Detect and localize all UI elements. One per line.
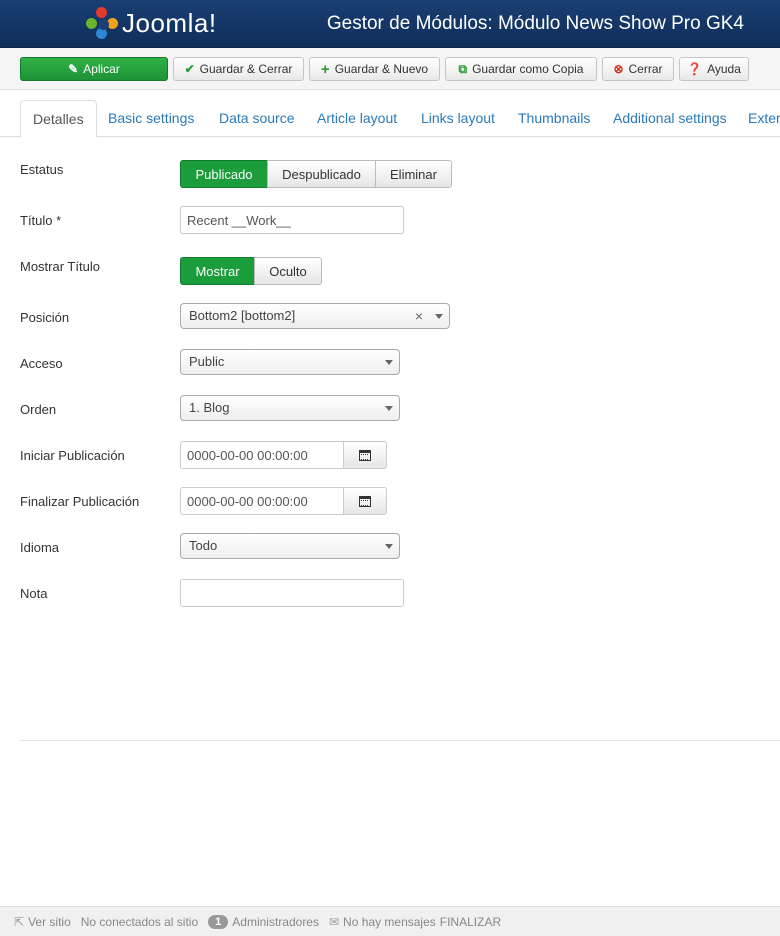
- chevron-down-icon: [385, 544, 393, 549]
- messages-link[interactable]: ✉ No hay mensajes FINALIZAR: [329, 915, 501, 929]
- access-label: Acceso: [20, 356, 63, 371]
- divider: [20, 740, 780, 741]
- check-icon: ✔: [184, 62, 195, 76]
- position-value: Bottom2 [bottom2]: [189, 308, 296, 323]
- publish-down-field: [180, 487, 387, 515]
- page-title: Gestor de Módulos: Módulo News Show Pro …: [326, 13, 744, 34]
- tab-links-layout[interactable]: Links layout: [409, 100, 507, 137]
- envelope-icon: ✉: [328, 914, 340, 929]
- access-value: Public: [189, 354, 225, 369]
- save-copy-button[interactable]: ⧉ Guardar como Copia: [445, 57, 597, 81]
- publish-up-input[interactable]: [180, 441, 344, 469]
- order-label: Orden: [20, 402, 57, 417]
- status-bar: ⇱ Ver sitio No conectados al sitio 1 Adm…: [0, 906, 780, 936]
- administrators-label: Administradores: [232, 914, 319, 929]
- chevron-down-icon: [385, 406, 393, 411]
- tab-detalles[interactable]: Detalles: [20, 100, 97, 138]
- logo-text: Joomla!: [122, 7, 217, 38]
- close-button[interactable]: ⊗ Cerrar: [602, 57, 674, 81]
- close-label: Cerrar: [628, 62, 663, 76]
- title-input[interactable]: [180, 206, 404, 234]
- external-link-icon: ⇱: [14, 914, 25, 929]
- plus-icon: +: [320, 60, 330, 78]
- order-select[interactable]: 1. Blog: [180, 395, 400, 421]
- admins-count-badge: 1: [208, 914, 229, 929]
- show-title-button-group: Mostrar Oculto: [180, 257, 322, 285]
- status-label: Estatus: [20, 162, 64, 177]
- publish-down-input[interactable]: [180, 487, 344, 515]
- cancel-icon: ⊗: [613, 62, 624, 76]
- title-label: Título *: [20, 213, 62, 228]
- status-unpublished-button[interactable]: Despublicado: [267, 160, 376, 188]
- status-published-button[interactable]: Publicado: [180, 160, 268, 188]
- not-connected-text: No conectados al sitio: [81, 915, 198, 929]
- edit-icon: ✎: [68, 62, 79, 76]
- calendar-icon: [359, 449, 371, 461]
- joomla-logo-icon: [86, 7, 118, 39]
- tab-data-source[interactable]: Data source: [207, 100, 306, 137]
- position-select[interactable]: Bottom2 [bottom2] ×: [180, 303, 450, 329]
- tab-article-layout[interactable]: Article layout: [305, 100, 409, 137]
- chevron-down-icon: [385, 360, 393, 365]
- tab-thumbnails[interactable]: Thumbnails: [506, 100, 602, 137]
- clear-icon[interactable]: ×: [415, 304, 423, 328]
- save-close-label: Guardar & Cerrar: [199, 62, 293, 76]
- language-value: Todo: [189, 538, 218, 553]
- copy-icon: ⧉: [458, 61, 468, 76]
- order-value: 1. Blog: [189, 400, 230, 415]
- show-title-show-button[interactable]: Mostrar: [180, 257, 255, 285]
- logout-link[interactable]: FINALIZAR: [440, 915, 501, 929]
- not-connected-label: No conectados al sitio: [80, 914, 199, 929]
- note-label: Nota: [20, 586, 48, 601]
- save-new-label: Guardar & Nuevo: [334, 62, 429, 76]
- show-title-label: Mostrar Título: [20, 259, 100, 274]
- language-select[interactable]: Todo: [180, 533, 400, 559]
- tab-extern[interactable]: Exter: [736, 100, 780, 137]
- access-select[interactable]: Public: [180, 349, 400, 375]
- help-label: Ayuda: [707, 62, 741, 76]
- status-button-group: Publicado Despublicado Eliminar: [180, 160, 452, 188]
- header-bar: Joomla! Gestor de Módulos: Módulo News S…: [0, 0, 780, 48]
- chevron-down-icon: [435, 314, 443, 319]
- language-label: Idioma: [20, 540, 60, 555]
- show-title-hide-button[interactable]: Oculto: [254, 257, 322, 285]
- save-new-button[interactable]: + Guardar & Nuevo: [309, 57, 440, 81]
- note-input[interactable]: [180, 579, 404, 607]
- apply-button[interactable]: ✎ Aplicar: [20, 57, 168, 81]
- view-site-label: Ver sitio: [28, 914, 71, 929]
- apply-label: Aplicar: [83, 62, 120, 76]
- view-site-link[interactable]: ⇱ Ver sitio: [14, 915, 71, 929]
- messages-label: No hay mensajes: [343, 914, 436, 929]
- status-trashed-button[interactable]: Eliminar: [375, 160, 452, 188]
- tab-bar: Detalles Basic settings Data source Arti…: [0, 100, 780, 138]
- publish-down-label: Finalizar Publicación: [20, 494, 140, 509]
- administrators-link[interactable]: 1 Administradores: [208, 914, 319, 929]
- calendar-icon: [359, 495, 371, 507]
- toolbar: ✎ Aplicar ✔ Guardar & Cerrar + Guardar &…: [0, 48, 780, 90]
- help-button[interactable]: ❓ Ayuda: [679, 57, 749, 81]
- position-label: Posición: [20, 310, 70, 325]
- tab-basic-settings[interactable]: Basic settings: [96, 100, 206, 137]
- publish-down-calendar-button[interactable]: [343, 487, 387, 515]
- tab-additional-settings[interactable]: Additional settings: [601, 100, 739, 137]
- publish-up-field: [180, 441, 387, 469]
- joomla-logo[interactable]: Joomla!: [86, 6, 217, 40]
- question-icon: ❓: [687, 62, 703, 76]
- save-copy-label: Guardar como Copia: [472, 62, 584, 76]
- publish-up-label: Iniciar Publicación: [20, 448, 125, 463]
- publish-up-calendar-button[interactable]: [343, 441, 387, 469]
- save-close-button[interactable]: ✔ Guardar & Cerrar: [173, 57, 304, 81]
